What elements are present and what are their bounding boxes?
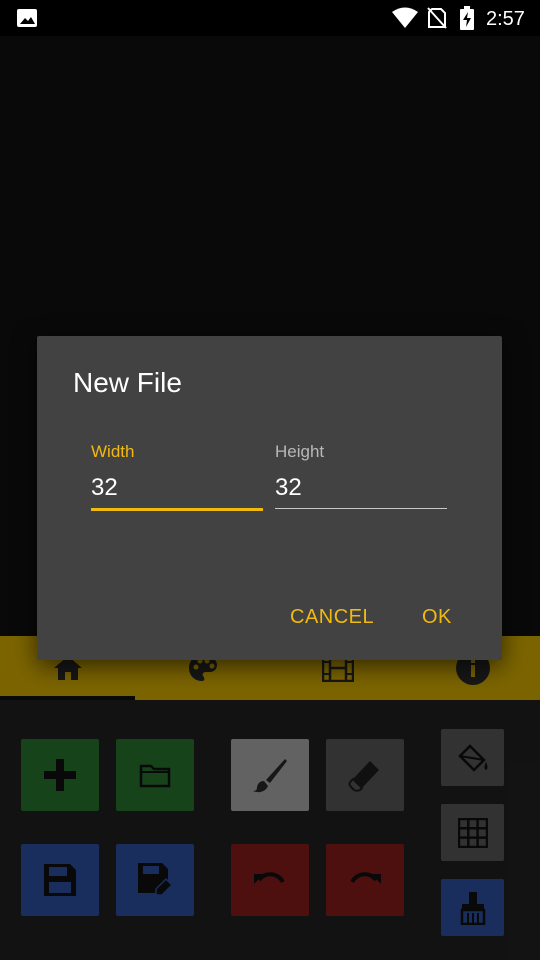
status-bar: 2:57 (0, 0, 540, 36)
height-label: Height (275, 442, 325, 461)
new-file-dialog: New File Width Height CANCEL OK (37, 336, 502, 660)
ok-button[interactable]: OK (422, 606, 452, 629)
width-field: Width (91, 442, 263, 511)
width-input[interactable] (91, 474, 263, 511)
wifi-icon (392, 7, 418, 28)
height-input[interactable] (275, 474, 447, 509)
battery-charging-icon (460, 6, 474, 30)
dialog-title: New File (73, 367, 182, 398)
height-field: Height (275, 442, 447, 509)
no-sim-icon (427, 7, 447, 29)
cancel-button[interactable]: CANCEL (290, 606, 374, 629)
status-time: 2:57 (486, 8, 525, 30)
image-icon (17, 9, 37, 27)
width-label: Width (91, 442, 135, 461)
